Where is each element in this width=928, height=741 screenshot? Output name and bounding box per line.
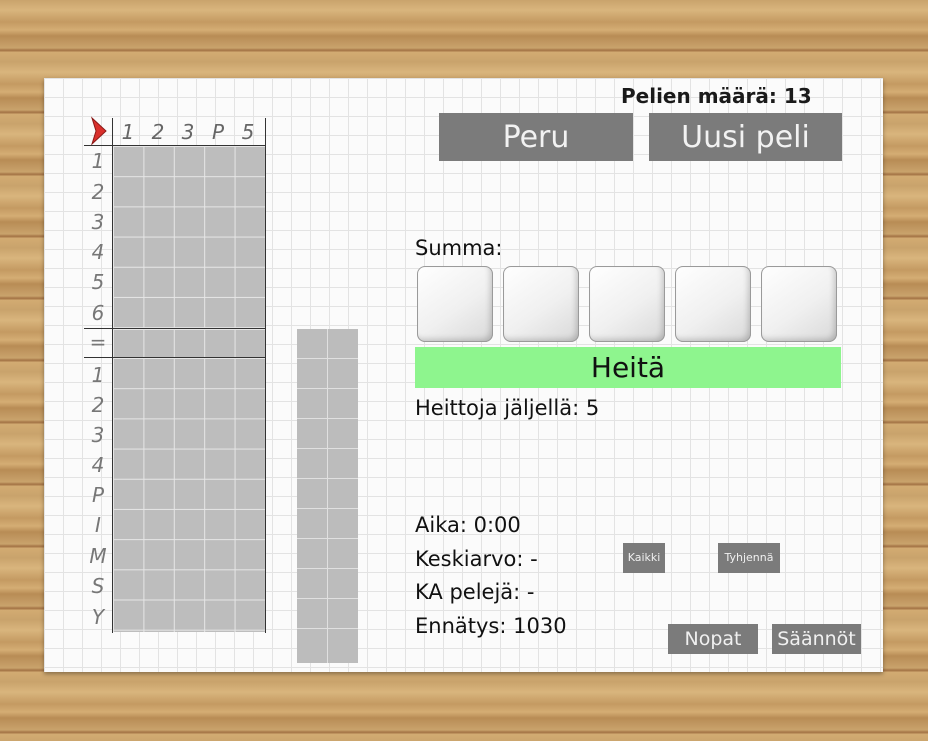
row-label-pair: 1: [91, 363, 105, 387]
total-cell: [297, 569, 358, 599]
column-header-3: 3: [181, 120, 195, 144]
clear-button[interactable]: Tyhjennä: [718, 543, 780, 573]
rules-button[interactable]: Säännöt: [772, 624, 861, 654]
row-label-small-straight: P: [91, 483, 105, 507]
die-1[interactable]: [417, 266, 493, 342]
total-cell: [297, 629, 358, 663]
avg-games-label: KA pelejä: -: [415, 580, 535, 604]
column-header-p: P: [211, 120, 225, 144]
new-game-button[interactable]: Uusi peli: [649, 113, 842, 161]
sheet-subtotal-line: [84, 357, 266, 358]
time-label: Aika: 0:00: [415, 513, 521, 537]
column-header-1: 1: [121, 120, 135, 144]
row-label-1: 1: [91, 149, 105, 173]
sum-label: Summa:: [415, 236, 503, 260]
row-label-two-pairs: 2: [91, 393, 105, 417]
roll-button[interactable]: Heitä: [415, 347, 841, 388]
row-label-large-straight: I: [95, 513, 101, 537]
select-all-button[interactable]: Kaikki: [623, 543, 665, 573]
dice-button[interactable]: Nopat: [668, 624, 758, 654]
record-label: Ennätys: 1030: [415, 614, 567, 638]
total-cell: [297, 329, 358, 359]
row-label-6: 6: [91, 301, 105, 325]
row-label-yatzy: Y: [91, 605, 105, 629]
sheet-header-line: [84, 145, 266, 146]
games-played-label: Pelien määrä: 13: [621, 84, 812, 108]
die-5[interactable]: [761, 266, 837, 342]
lower-score-grid[interactable]: [113, 358, 265, 632]
row-label-four-kind: 4: [91, 453, 105, 477]
total-cell: [297, 359, 358, 389]
total-cell: [297, 509, 358, 539]
sheet-divider-right: [265, 118, 266, 633]
row-label-5: 5: [91, 270, 105, 294]
row-label-chance: S: [91, 574, 105, 598]
upper-score-grid[interactable]: [113, 146, 265, 328]
total-cell: [297, 539, 358, 569]
average-label: Keskiarvo: -: [415, 547, 538, 571]
total-cell: [297, 599, 358, 629]
column-header-2: 2: [151, 120, 165, 144]
row-label-3: 3: [91, 210, 105, 234]
rolls-left-label: Heittoja jäljellä: 5: [415, 396, 600, 420]
row-label-full-house: M: [89, 544, 107, 568]
undo-button[interactable]: Peru: [439, 113, 633, 161]
subtotal-grid: [113, 329, 265, 357]
column-header-5: 5: [241, 120, 255, 144]
total-cell: [297, 479, 358, 509]
row-label-2: 2: [91, 180, 105, 204]
total-cell: [297, 449, 358, 479]
die-2[interactable]: [503, 266, 579, 342]
die-4[interactable]: [675, 266, 751, 342]
sheet-upper-line: [84, 328, 266, 329]
red-arrow-icon: [90, 116, 107, 146]
row-label-subtotal: =: [89, 330, 107, 354]
row-label-three-kind: 3: [91, 423, 105, 447]
total-cell: [297, 389, 358, 419]
total-cell: [297, 419, 358, 449]
row-label-4: 4: [91, 240, 105, 264]
die-3[interactable]: [589, 266, 665, 342]
sheet-divider-left: [112, 118, 113, 633]
